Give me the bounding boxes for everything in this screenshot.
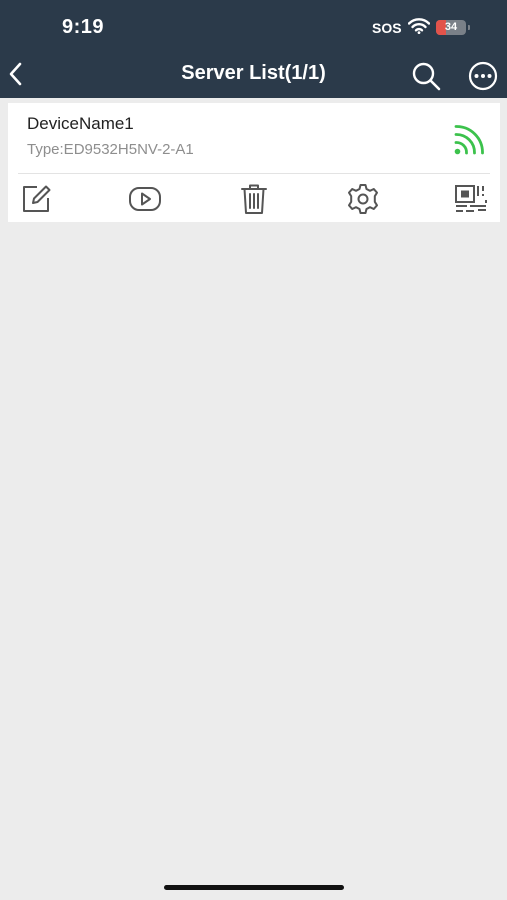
device-name: DeviceName1: [27, 114, 134, 133]
battery-tip: [468, 25, 470, 30]
edit-icon[interactable]: [19, 182, 55, 216]
qr-code-icon[interactable]: [453, 182, 489, 216]
battery-icon: 34: [436, 20, 472, 35]
more-options-icon[interactable]: [467, 60, 499, 92]
search-icon[interactable]: [410, 60, 442, 92]
delete-icon[interactable]: [236, 182, 272, 216]
online-signal-icon: [453, 124, 489, 156]
settings-icon[interactable]: [345, 182, 381, 216]
status-carrier: SOS: [372, 20, 402, 36]
wifi-icon: [408, 18, 430, 34]
device-list-screen: 9:19 SOS 34 Server List(1/1) DeviceName1…: [0, 0, 507, 900]
play-icon[interactable]: [127, 182, 163, 216]
device-card[interactable]: DeviceName1 Type:ED9532H5NV-2-A1: [8, 103, 500, 222]
back-chevron-icon[interactable]: [4, 60, 28, 88]
header: 9:19 SOS 34 Server List(1/1): [0, 0, 507, 98]
battery-level: 34: [444, 21, 458, 33]
device-type: Type:ED9532H5NV-2-A1: [27, 141, 194, 158]
battery-body: 34: [436, 20, 466, 35]
device-actions: [8, 174, 500, 222]
status-time: 9:19: [62, 16, 105, 38]
home-indicator[interactable]: [164, 885, 344, 890]
